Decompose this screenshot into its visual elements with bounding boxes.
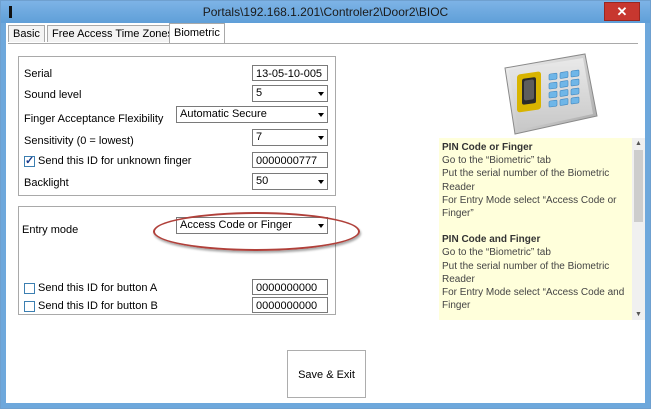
help-section1-line: Put the serial number of the Biometric R… [442,168,610,193]
backlight-label: Backlight [24,177,69,189]
button-a-checkbox[interactable] [24,283,35,294]
help-section1-title: PIN Code or Finger [442,142,533,153]
finger-flex-select[interactable]: Automatic Secure [176,106,328,123]
help-section1-line: For Entry Mode select “Access Code or Fi… [442,194,617,220]
button-b-id-input[interactable]: 0000000000 [252,297,328,313]
title-bar[interactable]: Portals\192.168.1.201\Controler2\Door2\B… [1,1,650,23]
scroll-down-icon[interactable]: ▼ [635,311,642,318]
tab-biometric[interactable]: Biometric [169,23,225,43]
button-b-checkbox[interactable] [24,301,35,312]
help-section1-line: Go to the “Biometric” tab [442,155,551,167]
chevron-down-icon [318,113,324,117]
chevron-down-icon [318,92,324,96]
backlight-value: 50 [256,175,269,187]
chevron-down-icon [318,136,324,140]
window-title: Portals\192.168.1.201\Controler2\Door2\B… [202,5,449,19]
highlight-ellipse [153,212,360,251]
chevron-down-icon [318,180,324,184]
close-button[interactable]: ✕ [604,2,640,21]
help-text-panel: PIN Code or Finger Go to the “Biometric”… [439,138,632,320]
sensitivity-value: 7 [256,131,263,143]
help-scrollbar[interactable]: ▲ ▼ [632,138,645,320]
biometric-settings-panel: Serial 13-05-10-005 Sound level 5 Finger… [18,56,336,196]
finger-flex-label: Finger Acceptance Flexibility [24,113,164,125]
scroll-up-icon[interactable]: ▲ [635,140,642,147]
unknown-finger-checkbox[interactable] [24,154,35,167]
serial-label: Serial [24,68,53,80]
sensitivity-select[interactable]: 7 [252,129,328,146]
help-section2-line: Go to the “Biometric” tab [442,247,551,259]
help-section2-title: PIN Code and Finger [442,234,541,246]
sound-level-value: 5 [256,87,263,99]
serial-input[interactable]: 13-05-10-005 [252,65,328,81]
help-section2-line: For Entry Mode select “Access Code and F… [442,287,625,312]
button-a-id-input[interactable]: 0000000000 [252,279,328,295]
unknown-finger-id-input[interactable]: 0000000777 [252,152,328,168]
tab-strip-line [8,43,638,44]
backlight-select[interactable]: 50 [252,173,328,190]
button-b-label: Send this ID for button B [38,300,158,312]
sound-level-label: Sound level [24,89,82,101]
sensitivity-label: Sensitivity (0 = lowest) [24,135,134,147]
finger-flex-value: Automatic Secure [180,108,267,120]
tab-basic[interactable]: Basic [8,25,45,42]
button-a-label: Send this ID for button A [38,282,158,294]
client-area: Basic Free Access Time Zones Biometric S… [6,23,645,403]
tab-free-access-time-zones[interactable]: Free Access Time Zones [47,25,179,42]
help-section2-line: Put the serial number of the Biometric R… [442,260,610,285]
unknown-finger-label: Send this ID for unknown finger [38,155,192,167]
biometric-reader-icon [504,53,598,135]
sound-level-select[interactable]: 5 [252,85,328,102]
scroll-thumb[interactable] [634,150,643,222]
save-exit-button[interactable]: Save & Exit [287,350,366,398]
entry-mode-label: Entry mode [22,224,79,236]
app-window: Portals\192.168.1.201\Controler2\Door2\B… [0,0,651,409]
